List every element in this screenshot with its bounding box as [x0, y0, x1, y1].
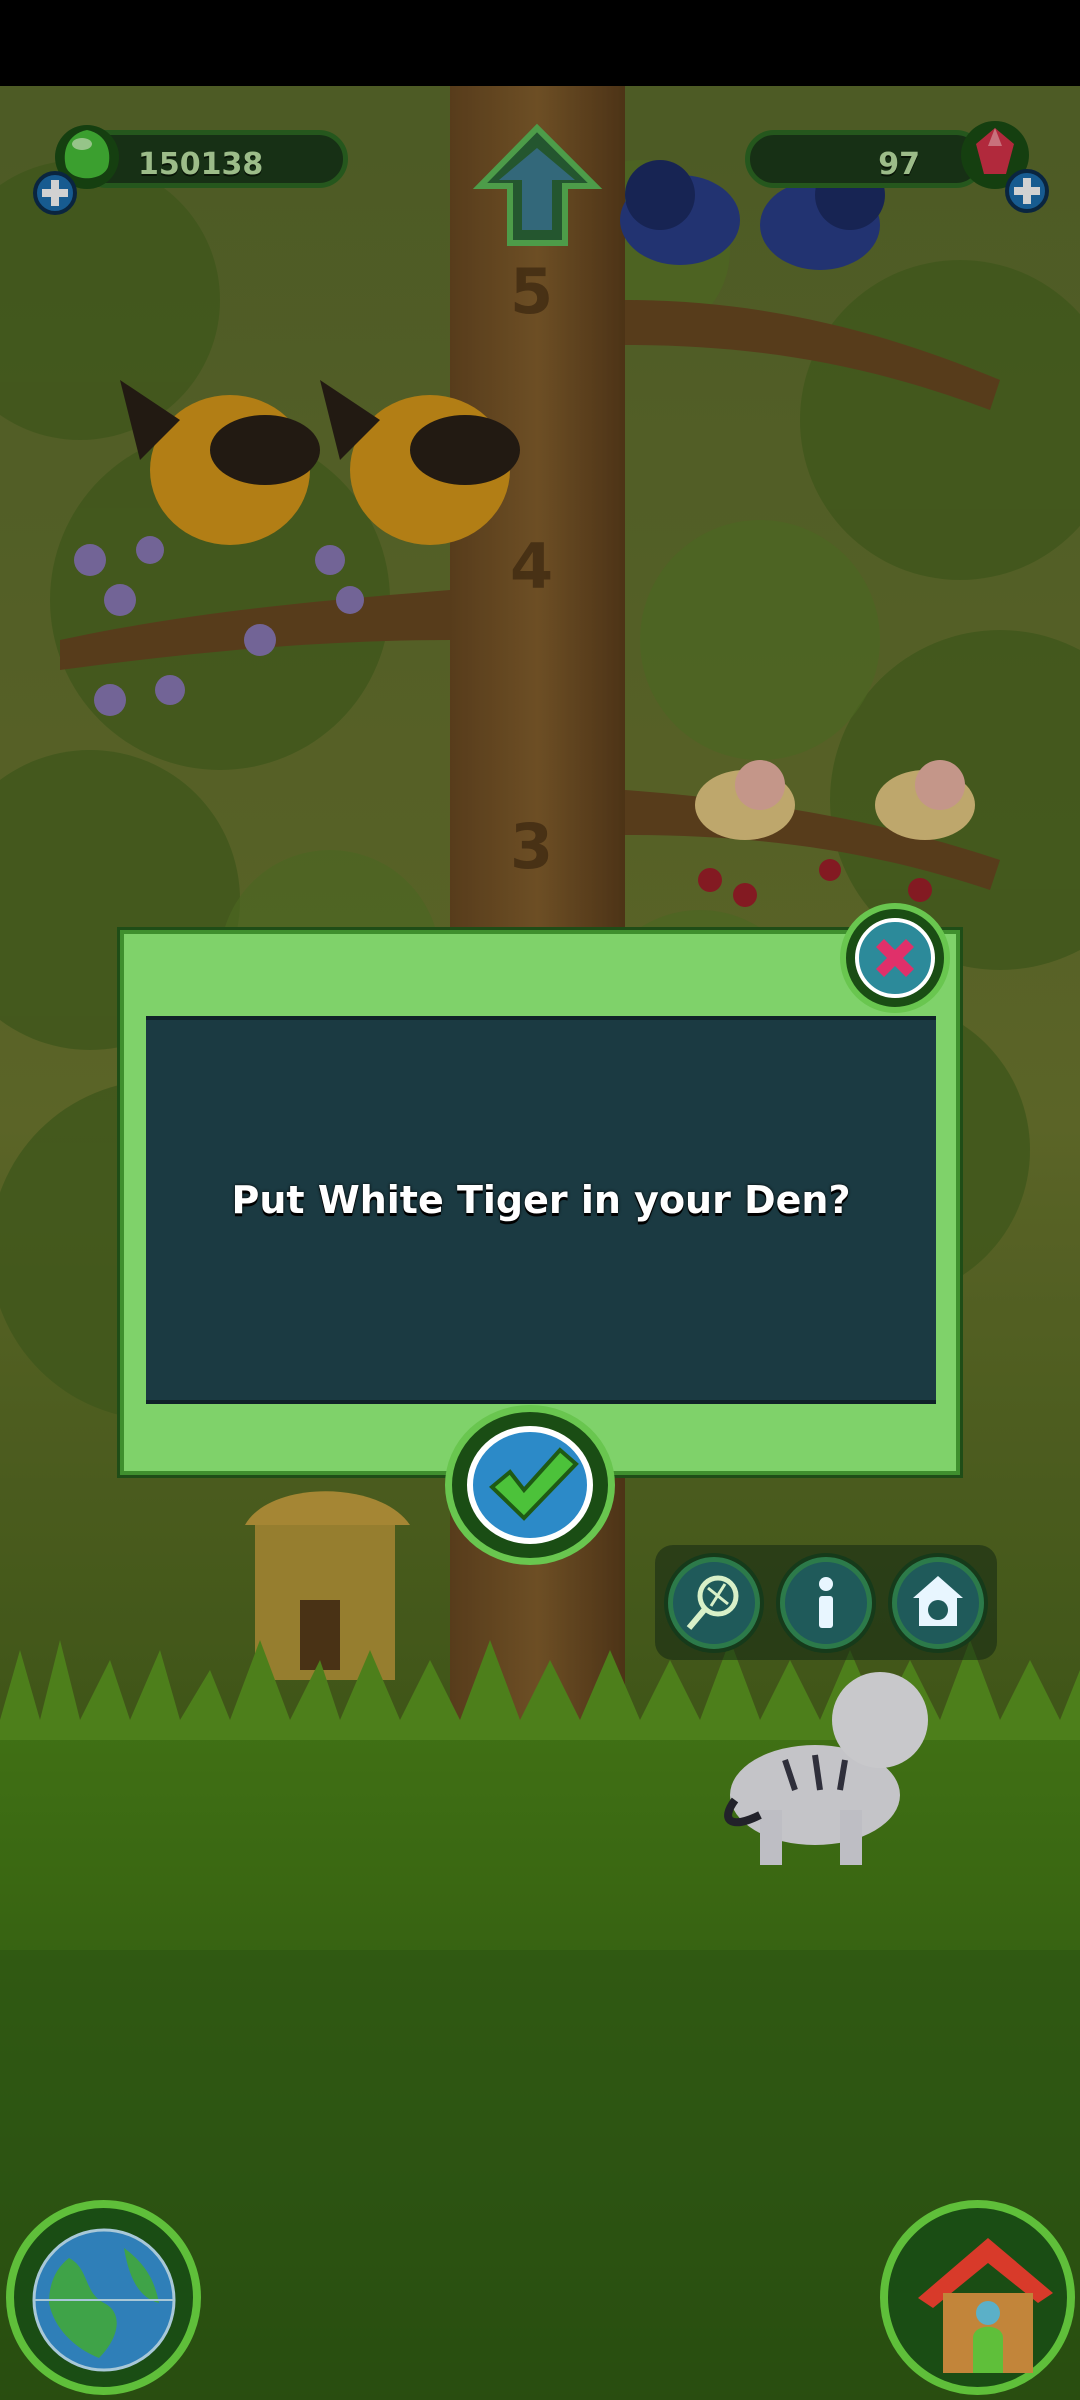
checkmark-icon [467, 1426, 593, 1544]
close-x-icon [855, 918, 935, 998]
dialog-message: Put White Tiger in your Den? [231, 1178, 851, 1222]
info-button[interactable] [780, 1557, 872, 1649]
info-icon [819, 1577, 833, 1628]
confirm-button[interactable] [445, 1405, 615, 1565]
net-icon [686, 1575, 739, 1630]
den-icon [913, 1576, 963, 1626]
world-map-button[interactable] [6, 2200, 201, 2395]
dialog-message-panel: Put White Tiger in your Den? [146, 1016, 936, 1404]
house-icon [918, 2238, 1053, 2373]
status-bar [0, 0, 1080, 86]
confirm-dialog: Put White Tiger in your Den? [120, 930, 960, 1475]
close-button[interactable] [840, 903, 950, 1013]
catch-net-button[interactable] [668, 1557, 760, 1649]
den-button[interactable] [892, 1557, 984, 1649]
home-den-button[interactable] [880, 2200, 1075, 2395]
globe-icon [32, 2228, 176, 2372]
